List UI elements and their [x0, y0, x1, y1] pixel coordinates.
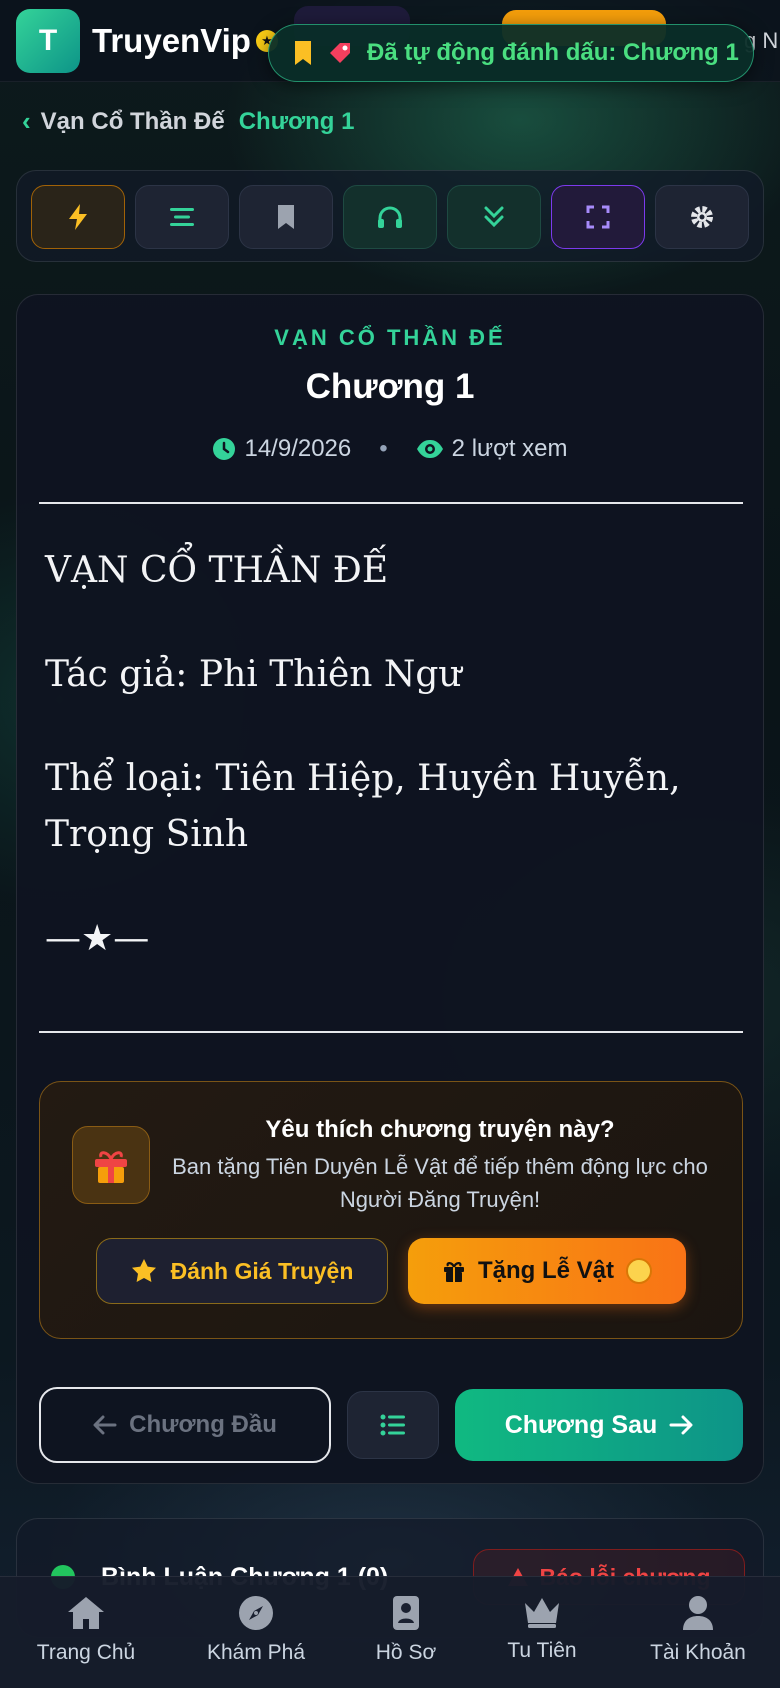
next-chapter-label: Chương Sau	[504, 1410, 658, 1439]
coin-icon	[626, 1258, 653, 1284]
nav-account[interactable]: Tài Khoản	[620, 1577, 776, 1688]
nav-home[interactable]: Trang Chủ	[8, 1577, 164, 1688]
chapter-meta: 14/9/2026 • 2 lượt xem	[17, 435, 763, 463]
content-divider-bottom	[39, 1031, 743, 1033]
first-chapter-button[interactable]: Chương Đầu	[39, 1387, 331, 1463]
send-gift-label: Tặng Lễ Vật	[477, 1257, 615, 1284]
brand-name[interactable]: TruyenVip	[92, 22, 251, 60]
chapter-list-button[interactable]	[347, 1391, 439, 1459]
eye-icon	[416, 440, 443, 458]
logo[interactable]: T	[16, 9, 80, 73]
content-paragraph: Thể loại: Tiên Hiệp, Huyền Huyễn, Trọng …	[45, 758, 681, 855]
breadcrumb-story[interactable]: Vạn Cổ Thần Đế	[41, 108, 225, 136]
chapter-card: VẠN CỔ THẦN ĐẾ Chương 1 14/9/2026 • 2 lư…	[16, 294, 764, 1484]
settings-button[interactable]	[655, 185, 749, 249]
content-paragraph: Tác giả: Phi Thiên Ngư	[45, 654, 462, 695]
fullscreen-button[interactable]	[551, 185, 645, 249]
gift-icon	[72, 1126, 150, 1204]
content-divider-top	[39, 502, 743, 504]
fullscreen-icon	[586, 205, 610, 229]
nav-explore[interactable]: Khám Phá	[178, 1577, 334, 1688]
first-chapter-label: Chương Đầu	[129, 1411, 277, 1438]
bookmark-icon	[295, 41, 311, 65]
bottom-navigation: Trang Chủ Khám Phá Hồ Sơ Tu Tiên Tài Kho…	[0, 1576, 780, 1688]
nav-label: Trang Chủ	[36, 1641, 136, 1664]
double-chevron-down-icon	[484, 206, 504, 228]
crown-icon	[525, 1598, 559, 1628]
logo-letter: T	[38, 24, 58, 57]
nav-label: Tu Tiên	[507, 1639, 577, 1662]
send-gift-button[interactable]: Tặng Lễ Vật	[408, 1238, 686, 1304]
audio-button[interactable]	[343, 185, 437, 249]
headphones-icon	[378, 206, 402, 228]
chapter-title: Chương 1	[305, 367, 475, 406]
bookmark-button[interactable]	[239, 185, 333, 249]
content-paragraph: —★—	[45, 918, 150, 959]
bookmark-icon	[278, 205, 294, 229]
chapter-date: 14/9/2026	[244, 435, 352, 462]
text-align-button[interactable]	[135, 185, 229, 249]
nav-label: Hồ Sơ	[375, 1641, 437, 1664]
star-icon	[131, 1259, 156, 1282]
story-title: VẠN CỔ THẦN ĐẾ	[274, 325, 506, 350]
quick-mode-button[interactable]	[31, 185, 125, 249]
nav-cultivation[interactable]: Tu Tiên	[464, 1577, 620, 1688]
bookmark-toast: Đã tự động đánh dấu: Chương 1	[268, 24, 754, 82]
profile-card-icon	[393, 1596, 419, 1630]
breadcrumb-chapter: Chương 1	[238, 107, 355, 135]
tag-icon	[330, 43, 350, 63]
back-chevron-icon[interactable]: ‹	[22, 106, 31, 137]
toast-message: Đã tự động đánh dấu: Chương 1	[367, 39, 739, 66]
lightning-icon	[69, 204, 87, 230]
list-icon	[380, 1414, 405, 1436]
compass-icon	[239, 1596, 273, 1630]
arrow-left-icon	[93, 1415, 117, 1435]
gift-panel: Yêu thích chương truyện này? Ban tặng Ti…	[39, 1081, 743, 1339]
chapter-views: 2 lượt xem	[451, 435, 568, 462]
gear-icon	[691, 206, 713, 228]
reader-toolbar	[16, 170, 764, 262]
next-chapter-button[interactable]: Chương Sau	[455, 1389, 743, 1461]
clock-icon	[213, 438, 236, 460]
chapter-content: VẠN CỔ THẦN ĐẾ Tác giả: Phi Thiên Ngư Th…	[45, 543, 735, 1015]
align-icon	[170, 208, 194, 226]
nav-label: Khám Phá	[206, 1641, 306, 1664]
gift-description: Ban tặng Tiên Duyên Lễ Vật để tiếp thêm …	[172, 1154, 708, 1212]
rate-story-label: Đánh Giá Truyện	[170, 1257, 354, 1284]
home-icon	[68, 1597, 104, 1629]
content-paragraph: VẠN CỔ THẦN ĐẾ	[45, 550, 389, 591]
scroll-down-button[interactable]	[447, 185, 541, 249]
user-icon	[683, 1596, 713, 1630]
rate-story-button[interactable]: Đánh Giá Truyện	[96, 1238, 388, 1304]
nav-label: Tài Khoản	[650, 1641, 746, 1664]
gift-icon	[443, 1262, 464, 1282]
meta-separator: •	[379, 435, 388, 462]
arrow-right-icon	[669, 1415, 693, 1435]
breadcrumb: ‹ Vạn Cổ Thần Đế Chương 1	[22, 106, 354, 137]
nav-profile[interactable]: Hồ Sơ	[328, 1577, 484, 1688]
gift-title: Yêu thích chương truyện này?	[265, 1116, 615, 1143]
